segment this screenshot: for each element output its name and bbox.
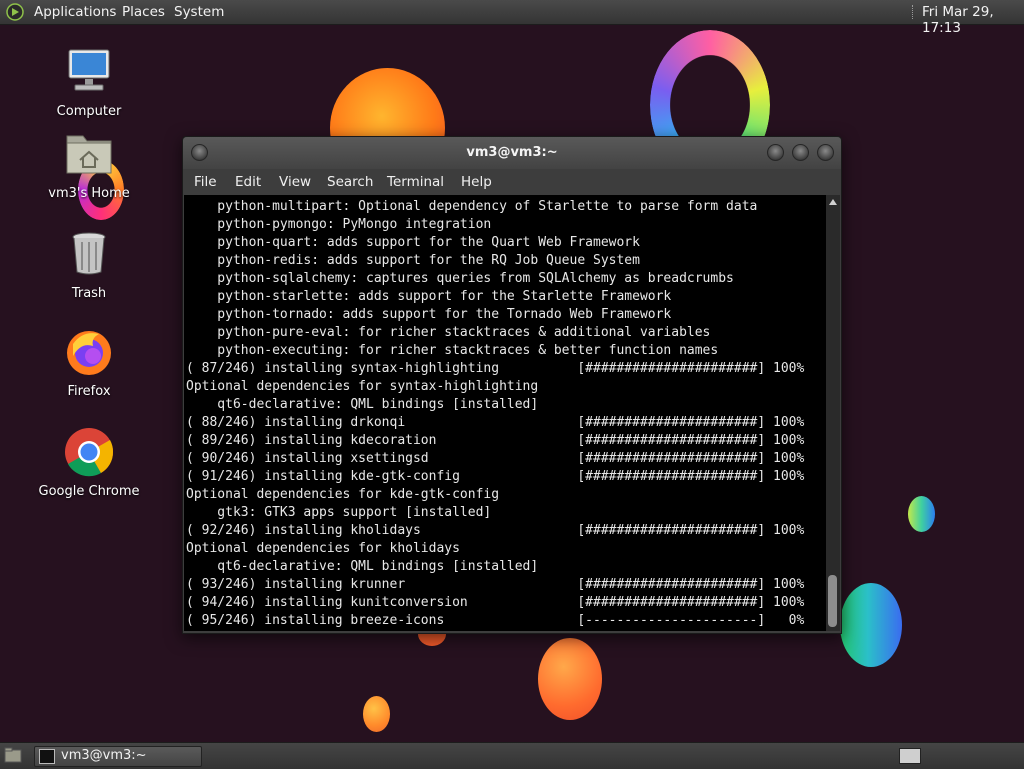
desktop-icon-label: Computer [56, 104, 122, 119]
desktop-icon-label: Google Chrome [38, 484, 140, 499]
wallpaper-blob-peach [538, 638, 602, 720]
menu-edit[interactable]: Edit [235, 174, 261, 190]
minimize-button[interactable] [767, 144, 784, 161]
scrollbar-thumb[interactable] [828, 575, 837, 627]
close-button[interactable] [817, 144, 834, 161]
menu-help[interactable]: Help [461, 174, 492, 190]
maximize-button[interactable] [792, 144, 809, 161]
taskbar-terminal-button[interactable]: vm3@vm3:~ [34, 746, 202, 767]
desktop-icon-computer[interactable]: Computer [34, 46, 144, 120]
desktop-icon-home[interactable]: vm3's Home [34, 128, 144, 202]
menu-applications[interactable]: Applications [34, 4, 116, 20]
show-desktop-icon[interactable] [4, 747, 22, 763]
desktop-icon-label: Firefox [67, 384, 111, 399]
terminal-window[interactable]: vm3@vm3:~ File Edit View Search Terminal… [182, 136, 842, 634]
panel-separator [912, 5, 915, 19]
desktop-icon-trash[interactable]: Trash [34, 228, 144, 302]
home-folder-icon [66, 135, 112, 174]
window-title: vm3@vm3:~ [466, 145, 558, 160]
desktop-icon-label: Trash [71, 286, 107, 301]
bottom-panel: vm3@vm3:~ [0, 742, 1024, 769]
desktop-icon-chrome[interactable]: Google Chrome [34, 426, 144, 500]
scroll-up-arrow-icon[interactable] [829, 199, 837, 205]
clock[interactable]: Fri Mar 29, 17:13 [922, 4, 1024, 36]
terminal-scrollbar[interactable] [826, 195, 840, 631]
menu-file[interactable]: File [194, 174, 217, 190]
menu-terminal[interactable]: Terminal [387, 174, 444, 190]
menu-places[interactable]: Places [122, 4, 165, 20]
wallpaper-blob-yellow [363, 696, 390, 732]
desktop-icon-firefox[interactable]: Firefox [34, 326, 144, 400]
menu-search[interactable]: Search [327, 174, 373, 190]
top-panel: Applications Places System Fri Mar 29, 1… [0, 0, 1024, 36]
desktop-icon-label: vm3's Home [48, 186, 130, 201]
firefox-icon [67, 331, 111, 375]
terminal-icon [39, 749, 55, 764]
computer-icon [68, 49, 110, 91]
terminal-output[interactable]: python-multipart: Optional dependency of… [184, 195, 826, 631]
menu-view[interactable]: View [279, 174, 311, 190]
trash-icon [72, 232, 106, 275]
wallpaper-blob-blue [840, 583, 902, 667]
mate-logo-icon[interactable] [6, 3, 24, 21]
workspace-switcher[interactable] [899, 748, 921, 764]
wallpaper-blob-teal [908, 496, 935, 532]
chrome-icon [65, 428, 114, 477]
terminal-text: python-multipart: Optional dependency of… [186, 199, 805, 628]
taskbar-label: vm3@vm3:~ [61, 748, 147, 763]
menu-system[interactable]: System [174, 4, 224, 20]
window-titlebar[interactable]: vm3@vm3:~ [183, 137, 841, 169]
window-menubar: File Edit View Search Terminal Help [183, 169, 841, 195]
